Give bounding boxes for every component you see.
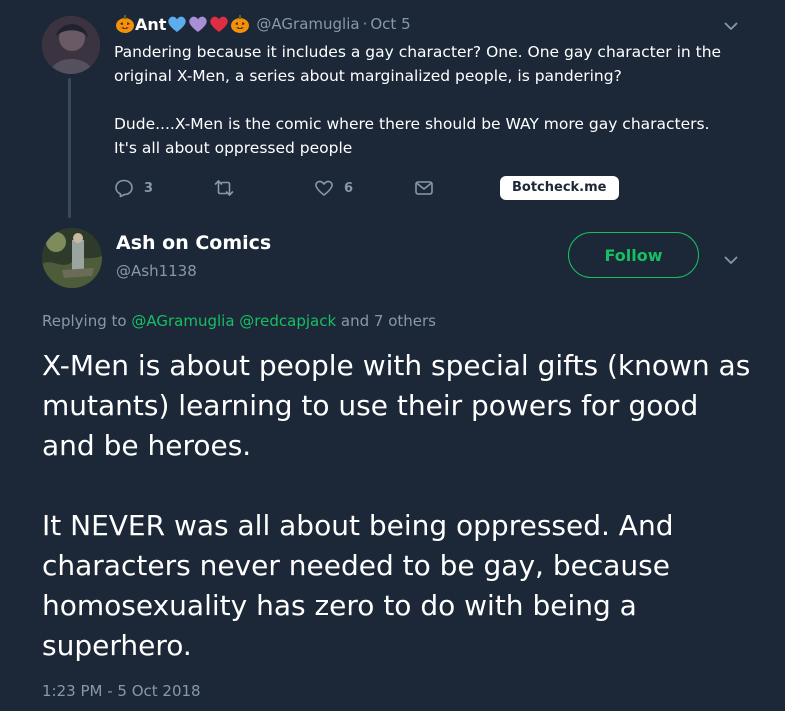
avatar[interactable] [42,16,100,74]
chevron-down-icon[interactable] [723,252,739,268]
tweet-paragraph: Dude....X-Men is the comic where there s… [114,115,710,157]
pumpkin-icon [116,15,134,33]
reply-count: 3 [144,180,154,196]
botcheck-button[interactable]: Botcheck.me [500,176,619,200]
heart-icon [315,180,333,196]
red-heart-icon [210,16,229,32]
separator-dot: · [362,15,368,33]
follow-button[interactable]: Follow [568,232,699,278]
like-button[interactable]: 6 [314,178,414,198]
thread-connector-line [68,78,71,218]
tweet-timestamp[interactable]: 1:23 PM - 5 Oct 2018 [42,682,201,700]
like-count: 6 [344,180,354,196]
direct-message-button[interactable] [414,178,500,198]
replying-to-line: Replying to @AGramuglia @redcapjack and … [42,312,436,330]
username[interactable]: @Ash1138 [116,262,197,280]
tweet-text: X-Men is about people with special gifts… [42,346,752,666]
avatar[interactable] [42,228,102,288]
tweet-header: Ant @AGramuglia · Oct 5 [114,12,411,36]
tweet-paragraph: It NEVER was all about being oppressed. … [42,509,674,662]
display-name[interactable]: Ant [114,14,250,34]
tweet-date[interactable]: Oct 5 [370,15,410,33]
envelope-icon [415,181,433,195]
tweet-actions: 3 6 Botcheck.me [114,176,619,200]
tweet-paragraph: X-Men is about people with special gifts… [42,349,751,462]
purple-heart-icon [189,16,208,32]
retweet-button[interactable] [214,178,314,198]
retweet-icon [214,180,234,196]
tweet-paragraph: Pandering because it includes a gay char… [114,43,722,85]
reply-icon [115,179,133,198]
reply-button[interactable]: 3 [114,178,214,198]
display-name-text: Ant [135,14,167,34]
blue-heart-icon [168,16,187,32]
mention-link[interactable]: @AGramuglia [131,312,234,330]
parent-tweet[interactable]: Ant @AGramuglia · Oct 5 Pandering becaus… [0,0,785,218]
display-name[interactable]: Ash on Comics [116,232,271,254]
replying-prefix: Replying to [42,312,127,330]
tweet-text: Pandering because it includes a gay char… [114,40,734,160]
mention-link[interactable]: @redcapjack [239,312,336,330]
pumpkin-icon [231,15,250,33]
chevron-down-icon[interactable] [723,18,739,34]
username[interactable]: @AGramuglia [256,15,359,33]
replying-others[interactable]: and 7 others [341,312,436,330]
tweet-thread: Ant @AGramuglia · Oct 5 Pandering becaus… [0,0,785,711]
